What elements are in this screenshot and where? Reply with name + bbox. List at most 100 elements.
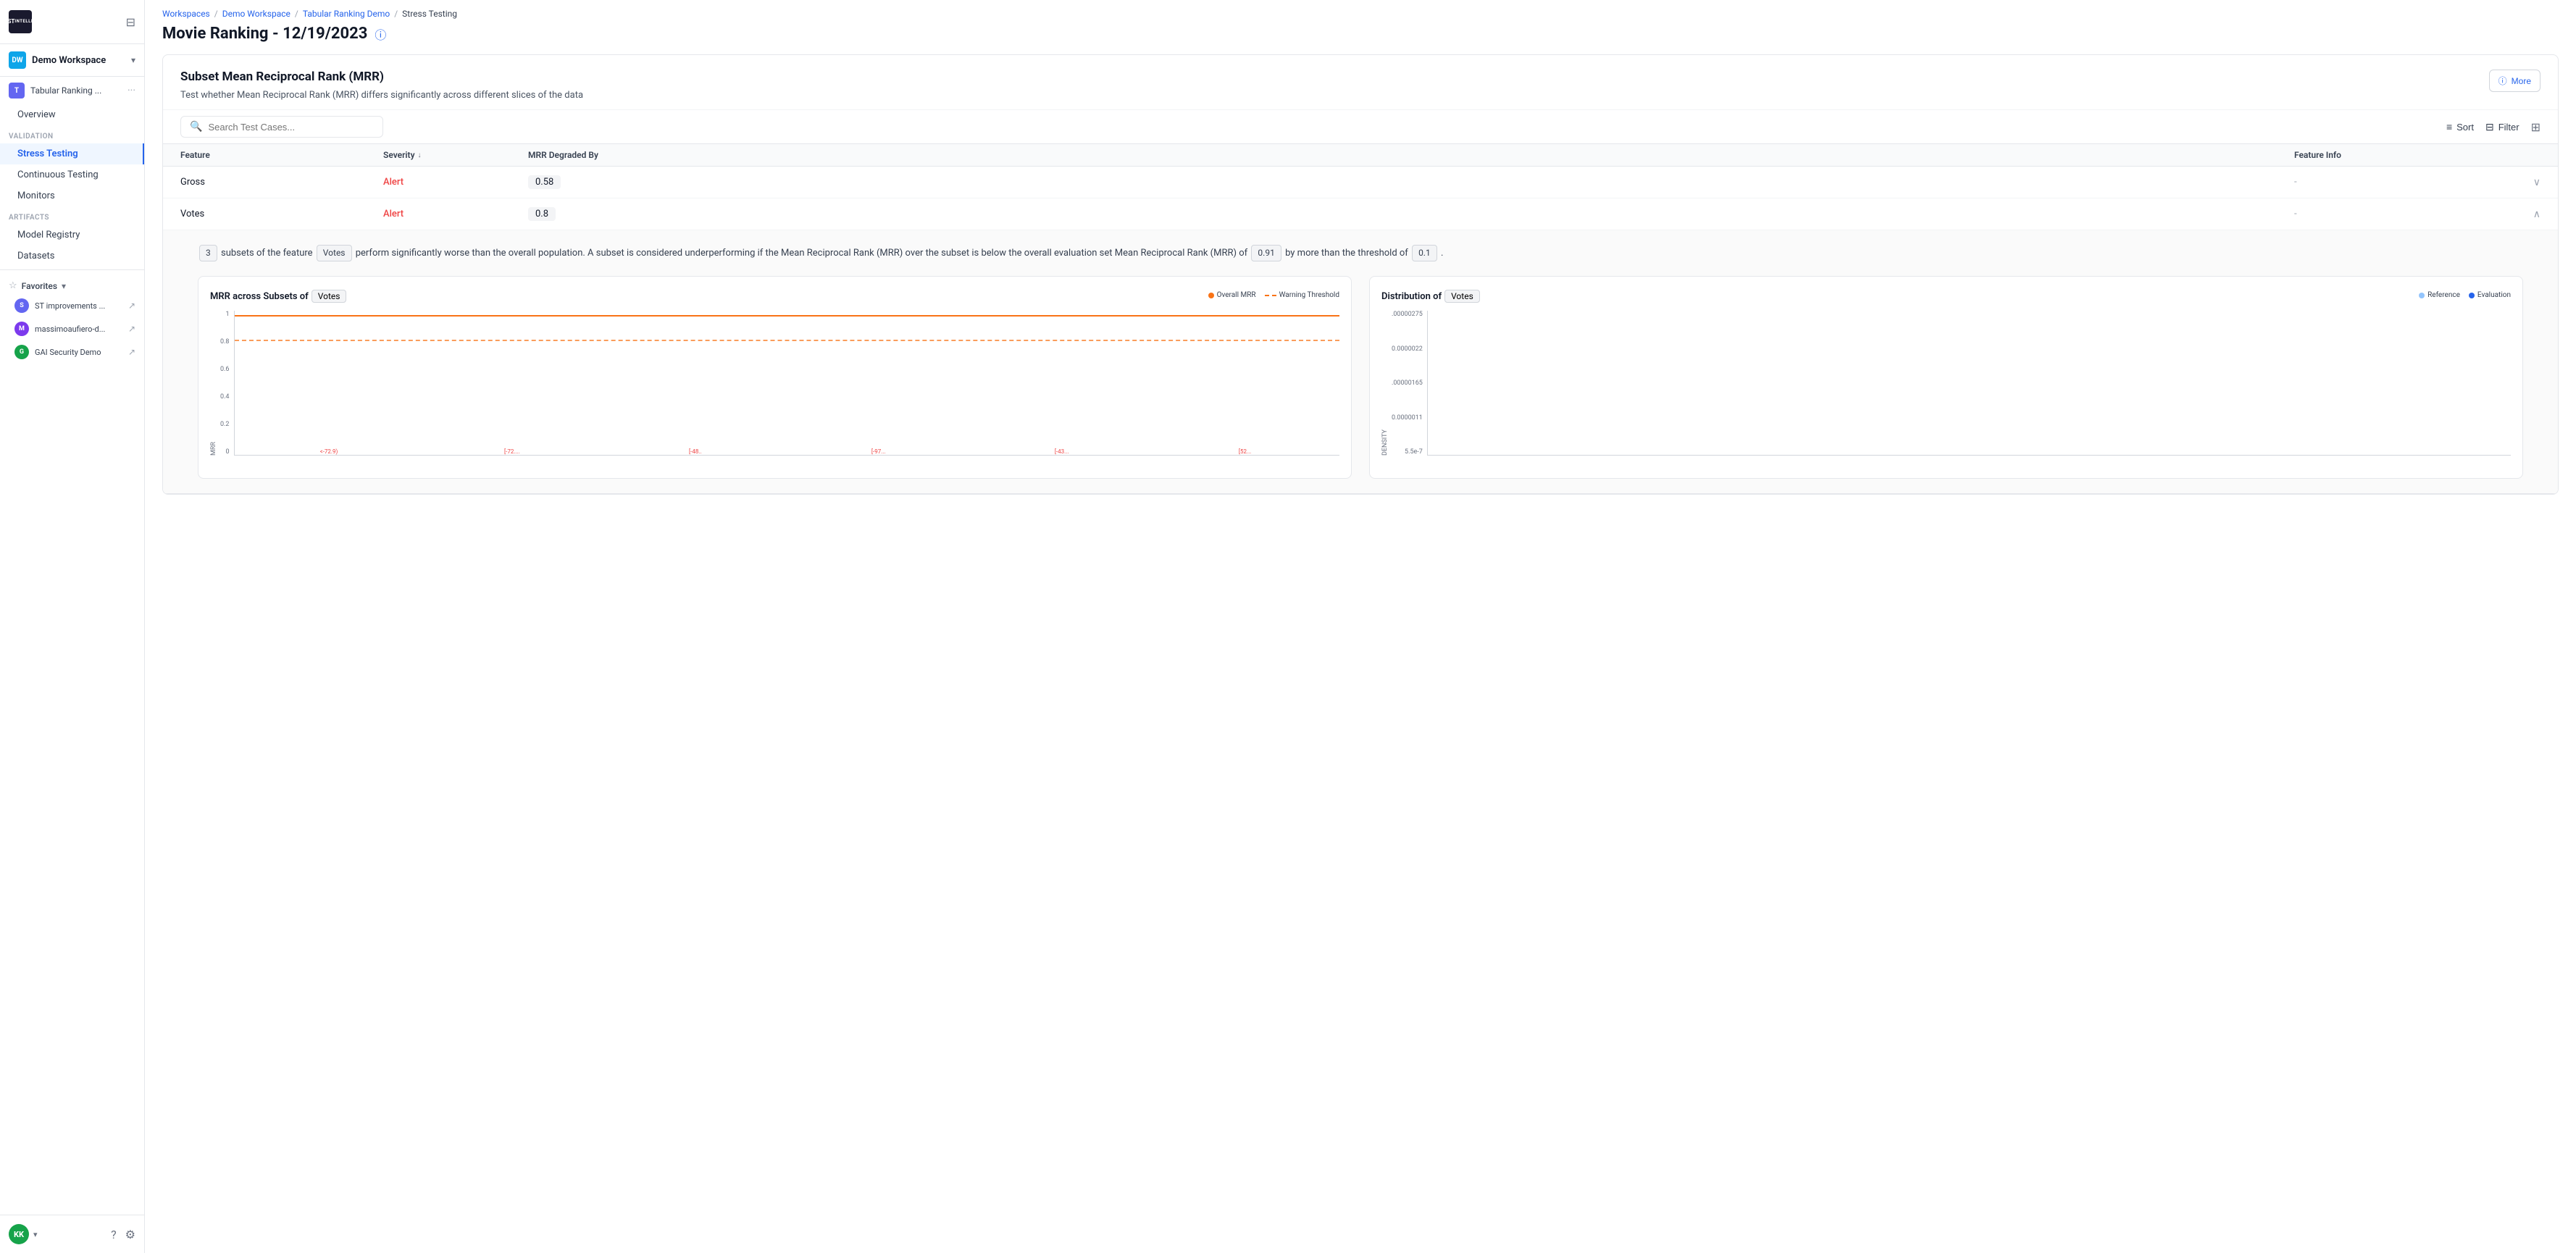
page-title: Movie Ranking - 12/19/2023 bbox=[162, 25, 367, 43]
td-info-votes: - bbox=[2294, 209, 2512, 219]
main-content: Workspaces / Demo Workspace / Tabular Ra… bbox=[145, 0, 2576, 1253]
project-item[interactable]: T Tabular Ranking ... ··· bbox=[0, 77, 144, 104]
legend-dash-threshold bbox=[1265, 295, 1276, 296]
expand-threshold-label: by more than the threshold of bbox=[1285, 248, 1410, 259]
sidebar-item-datasets[interactable]: Datasets bbox=[0, 246, 144, 267]
help-icon[interactable]: ? bbox=[111, 1228, 117, 1241]
legend-reference: Reference bbox=[2419, 291, 2460, 299]
density-y-axis: .00000275 0.0000022 .00000165 0.0000011 … bbox=[1392, 311, 1427, 456]
bar-label: [52... bbox=[1239, 448, 1251, 455]
breadcrumb-sep-2: / bbox=[295, 9, 298, 19]
bar-label: [-43... bbox=[1055, 448, 1069, 455]
search-input[interactable] bbox=[208, 122, 374, 133]
project-more-icon[interactable]: ··· bbox=[127, 85, 135, 96]
settings-icon[interactable]: ⚙ bbox=[125, 1228, 135, 1241]
favorites-section[interactable]: ☆ Favorites ▾ bbox=[0, 273, 144, 294]
breadcrumb-workspaces[interactable]: Workspaces bbox=[162, 9, 210, 19]
row-expand-gross-icon[interactable]: ∨ bbox=[2533, 177, 2541, 188]
bar-label: <-72.9) bbox=[320, 448, 338, 455]
bar-label: [-72.... bbox=[504, 448, 520, 455]
severity-sort-arrow-icon: ↓ bbox=[418, 151, 422, 159]
expand-desc-pre: subsets of the feature bbox=[221, 248, 315, 259]
y-axis: 1 0.8 0.6 0.4 0.2 0 bbox=[220, 311, 234, 456]
search-icon: 🔍 bbox=[190, 121, 202, 133]
logo-text: ROBUST bbox=[0, 19, 14, 25]
user-chevron-down-icon[interactable]: ▾ bbox=[33, 1230, 38, 1239]
collapse-sidebar-icon[interactable]: ⊟ bbox=[126, 15, 135, 29]
charts-row: MRR across Subsets of Votes Overall MRR bbox=[198, 276, 2523, 493]
results-table: Feature Severity ↓ MRR Degraded By Featu… bbox=[163, 143, 2558, 494]
mrr-chart-title: MRR across Subsets of bbox=[210, 291, 309, 302]
workspace-chevron-down-icon: ▾ bbox=[131, 55, 135, 65]
sidebar-item-monitors[interactable]: Monitors bbox=[0, 185, 144, 206]
legend-dot-reference bbox=[2419, 293, 2425, 298]
table-row[interactable]: Votes Alert 0.8 - ∧ bbox=[163, 198, 2558, 230]
th-mrr: MRR Degraded By bbox=[528, 150, 2294, 160]
favorite-item-gai[interactable]: G GAI Security Demo ↗ bbox=[0, 340, 144, 364]
breadcrumb-demo-workspace[interactable]: Demo Workspace bbox=[222, 9, 290, 19]
favorite-name-gai: GAI Security Demo bbox=[35, 348, 101, 357]
td-feature-gross: Gross bbox=[180, 177, 383, 188]
project-avatar: T bbox=[9, 83, 25, 99]
expanded-row-detail: 3 subsets of the feature Votes perform s… bbox=[163, 230, 2558, 494]
mrr-chart-legend: Overall MRR Warning Threshold bbox=[1208, 291, 1339, 299]
more-button[interactable]: ⓘ More bbox=[2489, 70, 2541, 92]
sidebar-item-continuous-testing[interactable]: Continuous Testing bbox=[0, 164, 144, 185]
mrr-chart: MRR across Subsets of Votes Overall MRR bbox=[198, 276, 1352, 479]
bars-area: <-72.9) [-72.... [-48.. bbox=[234, 311, 1340, 456]
table-header: Feature Severity ↓ MRR Degraded By Featu… bbox=[163, 143, 2558, 167]
legend-overall-mrr: Overall MRR bbox=[1208, 291, 1256, 299]
table-row[interactable]: Gross Alert 0.58 - ∨ bbox=[163, 167, 2558, 198]
th-feature-info: Feature Info bbox=[2294, 150, 2512, 160]
sidebar-item-stress-testing[interactable]: Stress Testing bbox=[0, 143, 144, 164]
more-info-icon: ⓘ bbox=[2498, 75, 2507, 87]
breadcrumb-stress-testing: Stress Testing bbox=[402, 9, 457, 19]
favorite-item-massimo[interactable]: M massimoaufiero-d... ↗ bbox=[0, 317, 144, 340]
logo-box: ROBUST INTELLIGENCE bbox=[9, 10, 32, 33]
bar-label: [-97... bbox=[871, 448, 886, 455]
dist-chart-title: Distribution of bbox=[1381, 291, 1442, 302]
sidebar-divider bbox=[0, 269, 144, 270]
breadcrumb-sep-1: / bbox=[214, 9, 218, 19]
user-avatar: KK bbox=[9, 1224, 29, 1244]
favorites-chevron-down-icon: ▾ bbox=[62, 281, 66, 291]
card-description: Test whether Mean Reciprocal Rank (MRR) … bbox=[180, 90, 583, 101]
bar-group: <-72.9) bbox=[241, 445, 418, 455]
sidebar-item-overview[interactable]: Overview bbox=[0, 104, 144, 125]
td-mrr-votes: 0.8 bbox=[528, 207, 2294, 221]
breadcrumb: Workspaces / Demo Workspace / Tabular Ra… bbox=[145, 0, 2576, 22]
workspace-selector[interactable]: DW Demo Workspace ▾ bbox=[0, 44, 144, 77]
legend-dot-evaluation bbox=[2469, 293, 2475, 298]
breadcrumb-tabular-ranking[interactable]: Tabular Ranking Demo bbox=[303, 9, 390, 19]
bar-chart: MRR 1 0.8 0.6 0.4 0.2 0 bbox=[210, 311, 1339, 456]
sort-icon: ≡ bbox=[2446, 121, 2452, 133]
sidebar-logo-area: ROBUST INTELLIGENCE ⊟ bbox=[0, 0, 144, 44]
expand-count: 3 bbox=[199, 245, 217, 261]
filter-button[interactable]: ⊟ Filter bbox=[2485, 121, 2519, 133]
td-feature-votes: Votes bbox=[180, 209, 383, 219]
bar-group: [-72.... bbox=[423, 445, 601, 455]
card-header: Subset Mean Reciprocal Rank (MRR) Test w… bbox=[163, 55, 2558, 109]
favorite-item-st[interactable]: S ST improvements ... ↗ bbox=[0, 294, 144, 317]
favorite-name-massimo: massimoaufiero-d... bbox=[35, 324, 105, 334]
expand-mrr-value: 0.91 bbox=[1251, 245, 1281, 261]
expand-all-icon[interactable]: ⊞ bbox=[2531, 120, 2541, 134]
search-input-wrap[interactable]: 🔍 bbox=[180, 116, 383, 138]
project-name: Tabular Ranking ... bbox=[30, 85, 101, 96]
th-severity[interactable]: Severity ↓ bbox=[383, 150, 528, 160]
logo-subtext: INTELLIGENCE bbox=[14, 20, 48, 25]
td-severity-gross: Alert bbox=[383, 177, 528, 188]
sort-button[interactable]: ≡ Sort bbox=[2446, 121, 2474, 133]
sidebar-item-model-registry[interactable]: Model Registry bbox=[0, 225, 144, 246]
row-expand-votes-icon[interactable]: ∧ bbox=[2533, 209, 2541, 220]
sidebar-bottom: KK ▾ ? ⚙ bbox=[0, 1215, 144, 1253]
workspace-name: Demo Workspace bbox=[32, 55, 106, 66]
expand-feature-name: Votes bbox=[317, 245, 352, 261]
density-bars bbox=[1427, 311, 2511, 456]
y-axis-label: MRR bbox=[210, 311, 217, 456]
td-info-gross: - bbox=[2294, 177, 2512, 188]
bar-group: [52... bbox=[1156, 445, 1334, 455]
search-row: 🔍 ≡ Sort ⊟ Filter ⊞ bbox=[163, 109, 2558, 143]
page-info-icon[interactable]: ⓘ bbox=[375, 25, 386, 43]
reference-line bbox=[235, 315, 1340, 317]
